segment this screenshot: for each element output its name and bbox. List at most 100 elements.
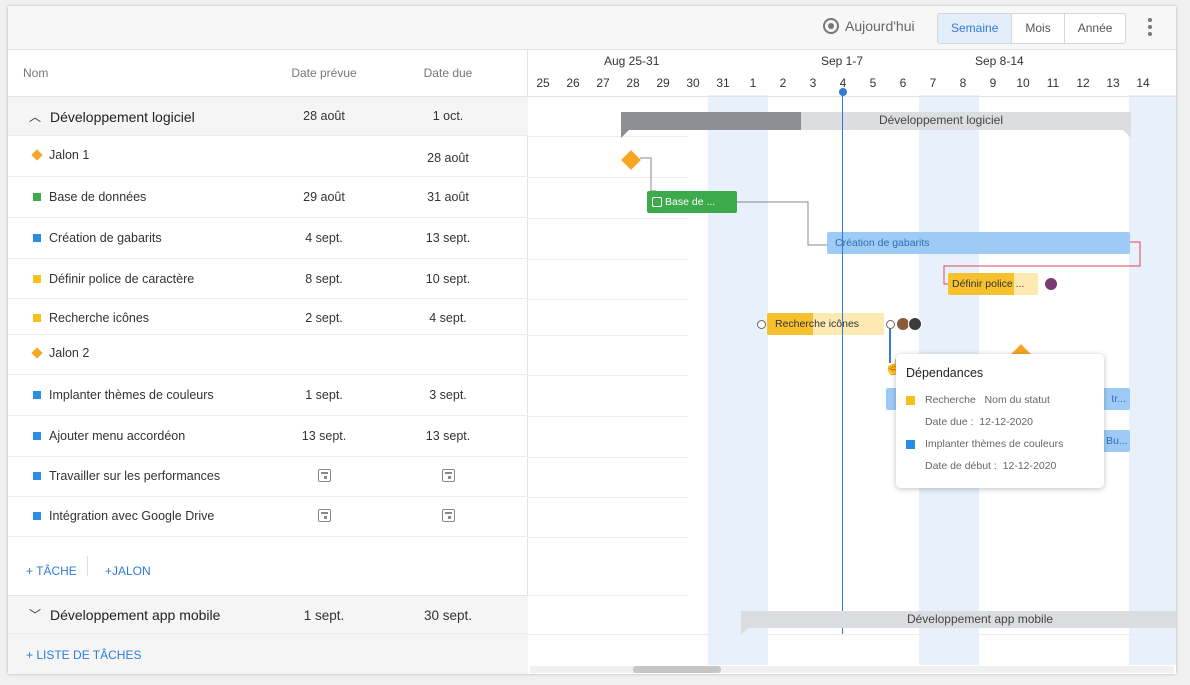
calendar-icon[interactable] — [317, 509, 331, 522]
task-row[interactable]: Jalon 1 28 août — [8, 136, 528, 177]
dependency-item[interactable]: Recherche Nom du statut — [925, 394, 1050, 406]
task-due-picker[interactable] — [398, 509, 498, 525]
task-bar-label: Recherche icônes — [775, 318, 860, 330]
task-color-icon — [33, 275, 41, 283]
task-planned: 8 sept. — [305, 272, 343, 286]
task-bar-label: Définir police ... — [952, 278, 1025, 290]
group-bar-edge — [741, 628, 748, 635]
avatar[interactable] — [1044, 277, 1058, 291]
date-value: 12-12-2020 — [979, 416, 1034, 428]
task-name: Travailler sur les performances — [49, 469, 221, 483]
add-milestone-link[interactable]: +JALON — [105, 564, 151, 578]
task-bar-label: Base de ... — [665, 196, 716, 208]
group-bar-edge — [621, 130, 629, 138]
task-row[interactable]: Création de gabarits 4 sept. 13 sept. — [8, 218, 528, 259]
calendar-icon[interactable] — [317, 469, 331, 482]
task-due: 10 sept. — [425, 272, 471, 286]
today-label: Aujourd'hui — [845, 18, 915, 34]
task-planned: 13 sept. — [301, 429, 347, 443]
task-color-icon — [33, 432, 41, 440]
task-bar-label: Bu... — [1106, 435, 1128, 447]
task-bar-label: Création de gabarits — [835, 237, 930, 249]
chevron-down-icon[interactable]: ﹀ — [28, 606, 42, 623]
task-row[interactable]: Jalon 2 — [8, 335, 528, 375]
task-row[interactable]: Intégration avec Google Drive — [8, 497, 528, 537]
today-marker — [839, 88, 847, 96]
task-name: Jalon 1 — [49, 148, 90, 162]
task-name: Jalon 2 — [49, 346, 90, 360]
task-bar-templates[interactable]: Création de gabarits — [827, 232, 1130, 254]
date-label: Date due : — [925, 416, 974, 428]
calendar-icon[interactable] — [441, 509, 455, 522]
today-button[interactable]: Aujourd'hui — [823, 18, 915, 34]
group-due: 1 oct. — [432, 109, 464, 123]
task-planned-picker[interactable] — [274, 509, 374, 525]
task-name: Implanter thèmes de couleurs — [49, 388, 214, 402]
divider — [87, 556, 88, 576]
dependency-date: Date due : 12-12-2020 — [925, 416, 1033, 428]
column-header-due[interactable]: Date due — [398, 50, 498, 96]
task-row[interactable]: Base de données 29 août 31 août — [8, 177, 528, 218]
footer-row: + LISTE DE TÂCHES — [8, 634, 528, 674]
task-bar-icons[interactable]: Recherche icônes — [767, 313, 884, 335]
view-year-button[interactable]: Année — [1065, 14, 1126, 43]
chevron-up-icon[interactable]: ︿ — [28, 108, 42, 125]
task-name: Définir police de caractère — [49, 272, 195, 286]
column-header-planned[interactable]: Date prévue — [274, 50, 374, 96]
task-name: Création de gabarits — [49, 231, 162, 245]
task-name: Recherche icônes — [49, 311, 150, 325]
task-color-icon — [33, 391, 41, 399]
checkbox-icon[interactable] — [652, 197, 662, 207]
dependencies-popup: Dépendances Recherche Nom du statut Date… — [896, 354, 1104, 488]
gantt-app: Aujourd'hui Semaine Mois Année Nom Date … — [8, 6, 1176, 674]
task-list: Nom Date prévue Date due ︿ Développement… — [8, 50, 528, 674]
group-row-software[interactable]: ︿ Développement logiciel 28 août 1 oct. — [8, 96, 528, 136]
view-month-button[interactable]: Mois — [1012, 14, 1065, 43]
horizontal-scrollbar[interactable] — [530, 666, 1174, 673]
date-value: 12-12-2020 — [1002, 460, 1057, 472]
task-row[interactable]: Définir police de caractère 8 sept. 10 s… — [8, 259, 528, 299]
task-color-icon — [906, 440, 915, 449]
task-row[interactable]: Implanter thèmes de couleurs 1 sept. 3 s… — [8, 375, 528, 416]
task-planned: 4 sept. — [305, 231, 343, 245]
dependency-status: Nom du statut — [984, 394, 1050, 406]
dependency-date: Date de début : 12-12-2020 — [925, 460, 1056, 472]
group-bar-label: Développement app mobile — [906, 612, 1054, 626]
group-planned: 28 août — [303, 109, 345, 123]
group-bar-edge — [1123, 130, 1131, 138]
view-week-button[interactable]: Semaine — [938, 14, 1013, 43]
more-options-icon[interactable] — [1148, 18, 1154, 38]
task-due-picker[interactable] — [398, 469, 498, 485]
task-row[interactable]: Recherche icônes 2 sept. 4 sept. — [8, 299, 528, 335]
group-title: Développement logiciel — [50, 108, 195, 125]
add-task-link[interactable]: + TÂCHE — [26, 564, 77, 578]
scrollbar-thumb[interactable] — [633, 666, 721, 673]
milestone-icon — [31, 149, 43, 161]
task-due: 4 sept. — [429, 311, 467, 325]
task-planned: 1 sept. — [305, 388, 343, 402]
view-switcher: Semaine Mois Année — [937, 13, 1127, 44]
group-title: Développement app mobile — [50, 606, 221, 623]
task-planned: 2 sept. — [305, 311, 343, 325]
column-header-name[interactable]: Nom — [23, 50, 48, 96]
calendar-icon[interactable] — [441, 469, 455, 482]
add-task-list-link[interactable]: + LISTE DE TÂCHES — [26, 648, 141, 662]
dependency-handle[interactable] — [886, 320, 895, 329]
group-planned: 1 sept. — [303, 608, 345, 623]
task-color-icon — [33, 472, 41, 480]
dependency-name: Recherche — [925, 394, 976, 406]
task-bar-font[interactable]: Définir police ... — [948, 273, 1038, 295]
task-planned-picker[interactable] — [274, 469, 374, 485]
task-row[interactable]: Ajouter menu accordéon 13 sept. 13 sept. — [8, 416, 528, 457]
task-row[interactable]: Travailler sur les performances — [8, 457, 528, 497]
dependency-name: Implanter thèmes de couleurs — [925, 438, 1064, 450]
group-row-mobile[interactable]: ﹀ Développement app mobile 1 sept. 30 se… — [8, 595, 528, 634]
date-label: Date de début : — [925, 460, 997, 472]
task-color-icon — [33, 193, 41, 201]
group-bar-label: Développement logiciel — [878, 113, 1004, 127]
avatar[interactable] — [908, 317, 922, 331]
task-color-icon — [33, 512, 41, 520]
dependency-item[interactable]: Implanter thèmes de couleurs — [925, 438, 1063, 450]
dependency-handle[interactable] — [757, 320, 766, 329]
popup-title: Dépendances — [906, 366, 984, 380]
